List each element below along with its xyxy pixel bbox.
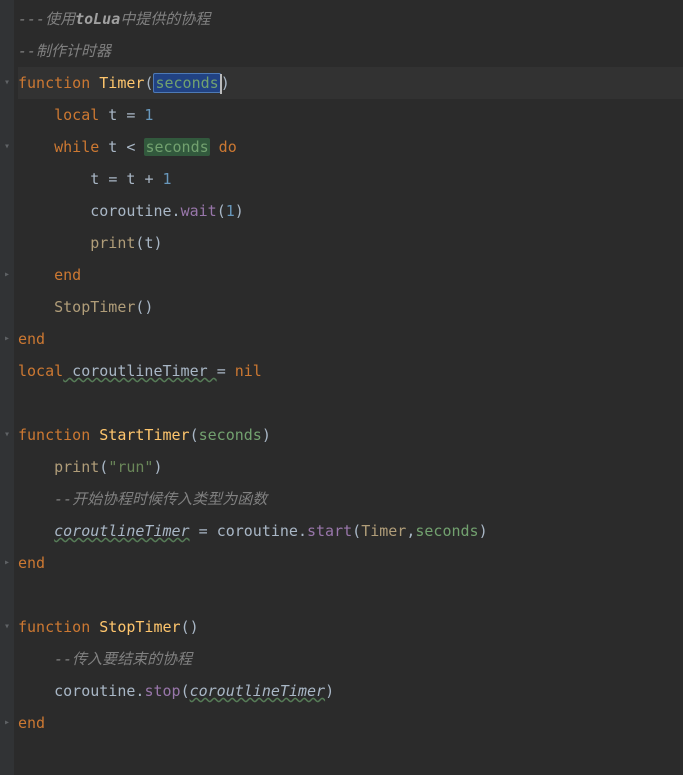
param-usage: seconds xyxy=(144,138,209,156)
fold-close-icon[interactable]: ▸ xyxy=(0,547,14,579)
code-line: end xyxy=(18,707,683,739)
code-line: function StartTimer(seconds) xyxy=(18,419,683,451)
code-line: local t = 1 xyxy=(18,99,683,131)
gutter: ▾ ▾ ▸ ▸ ▾ ▸ ▾ ▸ xyxy=(0,0,14,775)
fold-open-icon[interactable]: ▾ xyxy=(0,611,14,643)
fold-open-icon[interactable]: ▾ xyxy=(0,67,14,99)
code-line: while t < seconds do xyxy=(18,131,683,163)
fold-top xyxy=(0,3,14,35)
code-line: --传入要结束的协程 xyxy=(18,643,683,675)
code-line: coroutlineTimer = coroutine.start(Timer,… xyxy=(18,515,683,547)
fold-close-icon[interactable]: ▸ xyxy=(0,259,14,291)
code-line: StopTimer() xyxy=(18,291,683,323)
selected-param: seconds xyxy=(153,73,220,93)
code-line: end xyxy=(18,547,683,579)
code-line: --制作计时器 xyxy=(18,35,683,67)
code-line xyxy=(18,387,683,419)
code-line: ---使用toLua中提供的协程 xyxy=(18,3,683,35)
fold-open-icon[interactable]: ▾ xyxy=(0,419,14,451)
fold-open-icon[interactable]: ▾ xyxy=(0,131,14,163)
code-line xyxy=(18,579,683,611)
code-line: --开始协程时候传入类型为函数 xyxy=(18,483,683,515)
code-line: t = t + 1 xyxy=(18,163,683,195)
code-line: print(t) xyxy=(18,227,683,259)
code-line: end xyxy=(18,323,683,355)
code-line: print("run") xyxy=(18,451,683,483)
code-line: function StopTimer() xyxy=(18,611,683,643)
code-line: function Timer(seconds) xyxy=(18,67,683,99)
code-editor[interactable]: ---使用toLua中提供的协程 --制作计时器 function Timer(… xyxy=(14,0,683,775)
code-line: coroutine.stop(coroutlineTimer) xyxy=(18,675,683,707)
code-line: local coroutlineTimer = nil xyxy=(18,355,683,387)
fold-close-icon[interactable]: ▸ xyxy=(0,323,14,355)
code-line: coroutine.wait(1) xyxy=(18,195,683,227)
code-line: end xyxy=(18,259,683,291)
fold-close-icon[interactable]: ▸ xyxy=(0,707,14,739)
